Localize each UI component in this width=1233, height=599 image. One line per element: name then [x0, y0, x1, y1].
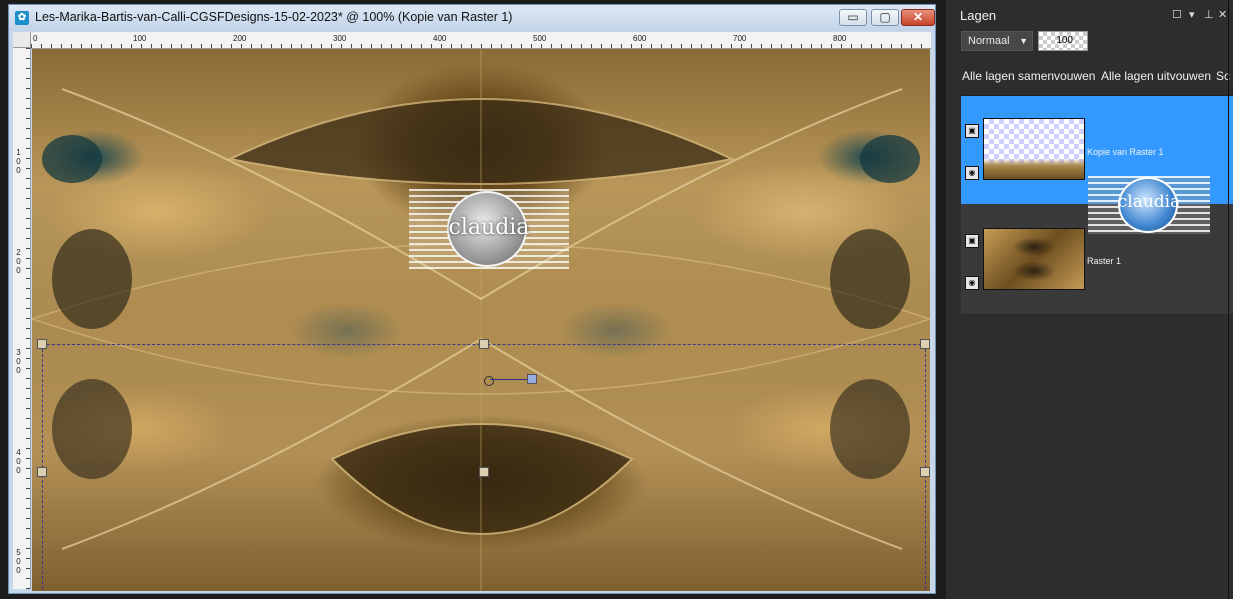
- layer-type-icon: ▣: [965, 234, 979, 248]
- maximize-icon: ▢: [879, 10, 891, 24]
- panel-close-icon[interactable]: ✕: [1218, 8, 1227, 21]
- teal-swirl-left: [42, 135, 102, 183]
- panel-maximize-icon[interactable]: ☐: [1172, 8, 1182, 21]
- document-window: ✿ Les-Marika-Bartis-van-Calli-CGSFDesign…: [8, 4, 936, 594]
- rotation-pivot[interactable]: [484, 376, 494, 386]
- resize-handle-middle-left[interactable]: [37, 467, 47, 477]
- image-canvas[interactable]: claudia: [32, 49, 930, 591]
- layer-name: Kopie van Raster 1: [1087, 147, 1164, 157]
- ruler-label: 400: [433, 34, 447, 43]
- watermark-text: claudia: [1117, 192, 1181, 212]
- center-pivot-handle[interactable]: [479, 467, 489, 477]
- layer-thumbnail: [983, 118, 1085, 180]
- resize-handle-top-right[interactable]: [920, 339, 930, 349]
- dark-column-right: [830, 229, 910, 329]
- visibility-eye-icon[interactable]: ◉: [965, 276, 979, 290]
- ruler-label: 100: [133, 34, 147, 43]
- ruler-label: 200: [233, 34, 247, 43]
- close-icon: ✕: [912, 10, 924, 24]
- ruler-label: 500: [16, 548, 21, 575]
- panel-menu-icon[interactable]: ▾: [1189, 8, 1195, 21]
- visibility-eye-icon[interactable]: ◉: [965, 166, 979, 180]
- layer-thumbnail: [983, 228, 1085, 290]
- ruler-label: 700: [733, 34, 747, 43]
- horizontal-ruler[interactable]: 0 100 200 300 400 500 600 700 800: [31, 32, 931, 49]
- ruler-label: 400: [16, 448, 21, 475]
- resize-handle-top-left[interactable]: [37, 339, 47, 349]
- psp-icon: ✿: [15, 11, 29, 25]
- resize-handle-top-center[interactable]: [479, 339, 489, 349]
- ruler-label: 500: [533, 34, 547, 43]
- ruler-label: 0: [33, 34, 38, 43]
- ruler-label: 600: [633, 34, 647, 43]
- maximize-button[interactable]: ▢: [871, 9, 899, 26]
- ruler-label: 200: [16, 248, 21, 275]
- rotation-arm: [490, 379, 530, 380]
- minimize-button[interactable]: ▭: [839, 9, 867, 26]
- panel-pin-icon[interactable]: ⊥: [1204, 8, 1214, 21]
- vertical-ruler[interactable]: 100 200 300 400 500: [13, 48, 31, 589]
- opacity-field[interactable]: 100: [1038, 31, 1088, 51]
- document-title: Les-Marika-Bartis-van-Calli-CGSFDesigns-…: [35, 10, 513, 24]
- layer-name: Raster 1: [1087, 256, 1122, 266]
- teal-swirl-right: [860, 135, 920, 183]
- minimize-icon: ▭: [847, 10, 859, 24]
- rotation-handle[interactable]: [527, 374, 537, 384]
- dark-column-left: [52, 229, 132, 329]
- close-button[interactable]: ✕: [901, 9, 935, 26]
- ruler-corner: [13, 32, 31, 48]
- ruler-label: 300: [333, 34, 347, 43]
- opacity-value: 100: [1056, 35, 1073, 46]
- collapse-all-layers-button[interactable]: Alle lagen samenvouwen: [962, 69, 1095, 83]
- resize-handle-middle-right[interactable]: [920, 467, 930, 477]
- blend-mode-value: Normaal: [968, 35, 1010, 47]
- chevron-down-icon: ▼: [1019, 36, 1028, 46]
- layer-type-icon: ▣: [965, 124, 979, 138]
- watermark-text: claudia: [448, 215, 530, 240]
- panel-title: Lagen: [960, 8, 997, 23]
- claudia-watermark: claudia: [409, 189, 569, 269]
- layers-panel: Lagen ☐ ▾ ⊥ ✕ Normaal ▼ 100 Alle lagen s…: [946, 0, 1233, 599]
- document-titlebar[interactable]: ✿ Les-Marika-Bartis-van-Calli-CGSFDesign…: [9, 5, 935, 31]
- expand-all-layers-button[interactable]: Alle lagen uitvouwen: [1101, 69, 1211, 83]
- dragged-watermark-preview: claudia: [1088, 176, 1210, 234]
- ruler-label: 300: [16, 348, 21, 375]
- panel-border: [1228, 0, 1229, 599]
- ruler-label: 800: [833, 34, 847, 43]
- ruler-label: 100: [16, 148, 21, 175]
- blend-mode-dropdown[interactable]: Normaal ▼: [961, 31, 1033, 51]
